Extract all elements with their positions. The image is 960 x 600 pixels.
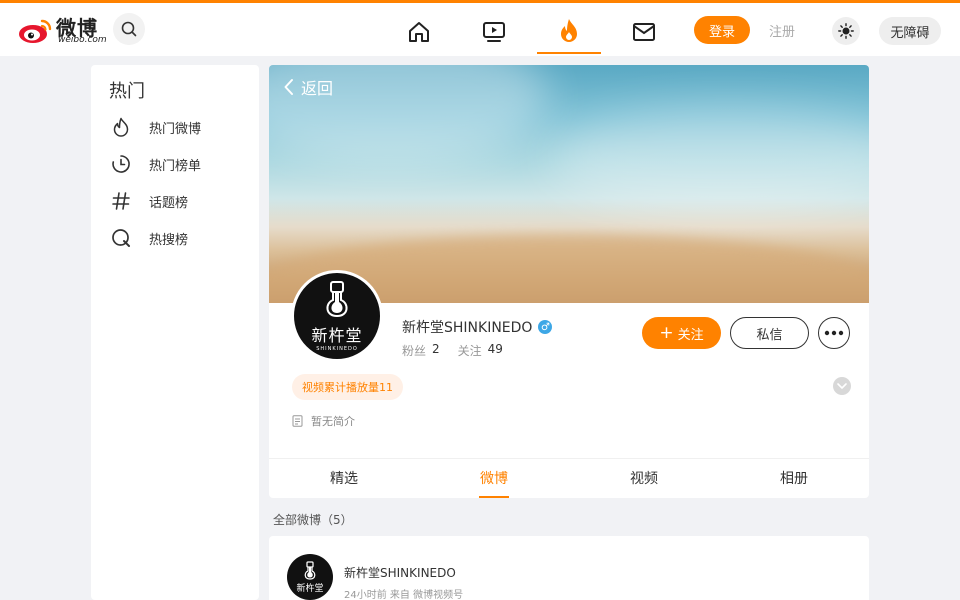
sun-icon [838, 23, 854, 39]
post-avatar[interactable]: 新杵堂 [287, 554, 333, 600]
following-stat[interactable]: 关注 49 [458, 342, 503, 359]
avatar-text: 新杵堂 [311, 326, 363, 345]
search-button[interactable] [113, 13, 145, 45]
profile-name-row: 新杵堂SHINKINEDO ♂ [402, 317, 553, 337]
document-icon [292, 415, 303, 427]
male-icon: ♂ [538, 320, 553, 334]
hashtag-icon [111, 191, 131, 211]
sidebar-item-hot-weibo[interactable]: 热门微博 [91, 109, 259, 145]
sidebar-item-label: 热搜榜 [149, 232, 189, 248]
tab-album[interactable]: 相册 [719, 459, 869, 498]
post-avatar-text: 新杵堂 [296, 583, 324, 594]
chevron-down-icon [837, 383, 847, 389]
chevron-left-icon [284, 79, 293, 95]
follow-button[interactable]: + 关注 [642, 317, 721, 349]
accessibility-button[interactable]: 无障碍 [879, 17, 941, 45]
nav-hot[interactable] [537, 10, 601, 54]
post-author-name[interactable]: 新杵堂SHINKINEDO [344, 564, 456, 581]
tab-video[interactable]: 视频 [569, 459, 719, 498]
plus-icon: + [659, 322, 674, 343]
bottle-logo-icon [304, 560, 316, 580]
login-button[interactable]: 登录 [694, 16, 750, 44]
profile-name: 新杵堂SHINKINEDO [402, 320, 533, 336]
search-circle-icon [111, 228, 131, 248]
following-label: 关注 [457, 344, 482, 358]
tab-weibo[interactable]: 微博 [419, 459, 569, 498]
sidebar: 热门 热门微博 热门榜单 话题榜 热搜榜 [91, 65, 259, 600]
sidebar-item-topics[interactable]: 话题榜 [91, 183, 259, 219]
post-meta: 24小时前 来自 微博视频号 [344, 590, 464, 600]
weibo-logo[interactable]: 微博 weibo.com [18, 13, 107, 49]
profile-bio: 暂无简介 [292, 413, 355, 429]
search-icon [121, 21, 137, 37]
nav-home[interactable] [387, 10, 451, 54]
back-label: 返回 [301, 79, 334, 98]
message-button[interactable]: 私信 [730, 317, 809, 349]
avatar-text-en: SHINKINEDO [316, 346, 358, 352]
more-button[interactable] [818, 317, 850, 349]
all-posts-count: 全部微博（5） [273, 513, 353, 527]
sidebar-item-label: 热门榜单 [149, 158, 202, 174]
more-dots-icon [824, 330, 844, 336]
tab-featured[interactable]: 精选 [269, 459, 419, 498]
register-link[interactable]: 注册 [762, 16, 802, 44]
hot-icon [561, 19, 577, 42]
logo-domain: weibo.com [58, 35, 107, 45]
profile-card: 返回 新杵堂 SHINKINEDO 新杵堂SHINKINEDO ♂ 粉丝 2 关… [269, 65, 869, 498]
nav-mail[interactable] [612, 10, 676, 54]
bio-text: 暂无简介 [311, 415, 355, 428]
mail-icon [633, 23, 655, 41]
sidebar-item-hot-search[interactable]: 热搜榜 [91, 220, 259, 256]
fans-label: 粉丝 [402, 344, 427, 358]
fans-stat[interactable]: 粉丝 2 [402, 342, 440, 359]
sidebar-title: 热门 [109, 81, 145, 102]
sidebar-item-label: 热门微博 [149, 121, 202, 137]
video-play-count-tag: 视频累计播放量11 [292, 374, 403, 400]
avatar[interactable]: 新杵堂 SHINKINEDO [291, 270, 383, 362]
top-navbar: 微博 weibo.com 登录 注册 无障碍 [0, 0, 960, 56]
theme-toggle-button[interactable] [832, 17, 860, 45]
expand-button[interactable] [833, 377, 851, 395]
cover-image [269, 65, 869, 303]
fans-count: 2 [432, 342, 440, 356]
weibo-eye-icon [19, 19, 52, 43]
flame-icon [111, 117, 131, 137]
follow-button-label: 关注 [677, 327, 704, 343]
home-icon [409, 22, 429, 42]
bottle-logo-icon [326, 281, 348, 318]
following-count: 49 [487, 342, 503, 356]
profile-stats: 粉丝 2 关注 49 [402, 342, 521, 359]
post-card: 新杵堂 新杵堂SHINKINEDO 24小时前 来自 微博视频号 [269, 536, 869, 600]
sidebar-item-label: 话题榜 [149, 195, 189, 211]
sidebar-item-hot-list[interactable]: 热门榜单 [91, 146, 259, 182]
video-icon [483, 22, 505, 42]
clock-icon [111, 154, 131, 174]
profile-tabs: 精选 微博 视频 相册 [269, 458, 869, 498]
back-button[interactable]: 返回 [283, 75, 333, 99]
nav-video[interactable] [462, 10, 526, 54]
